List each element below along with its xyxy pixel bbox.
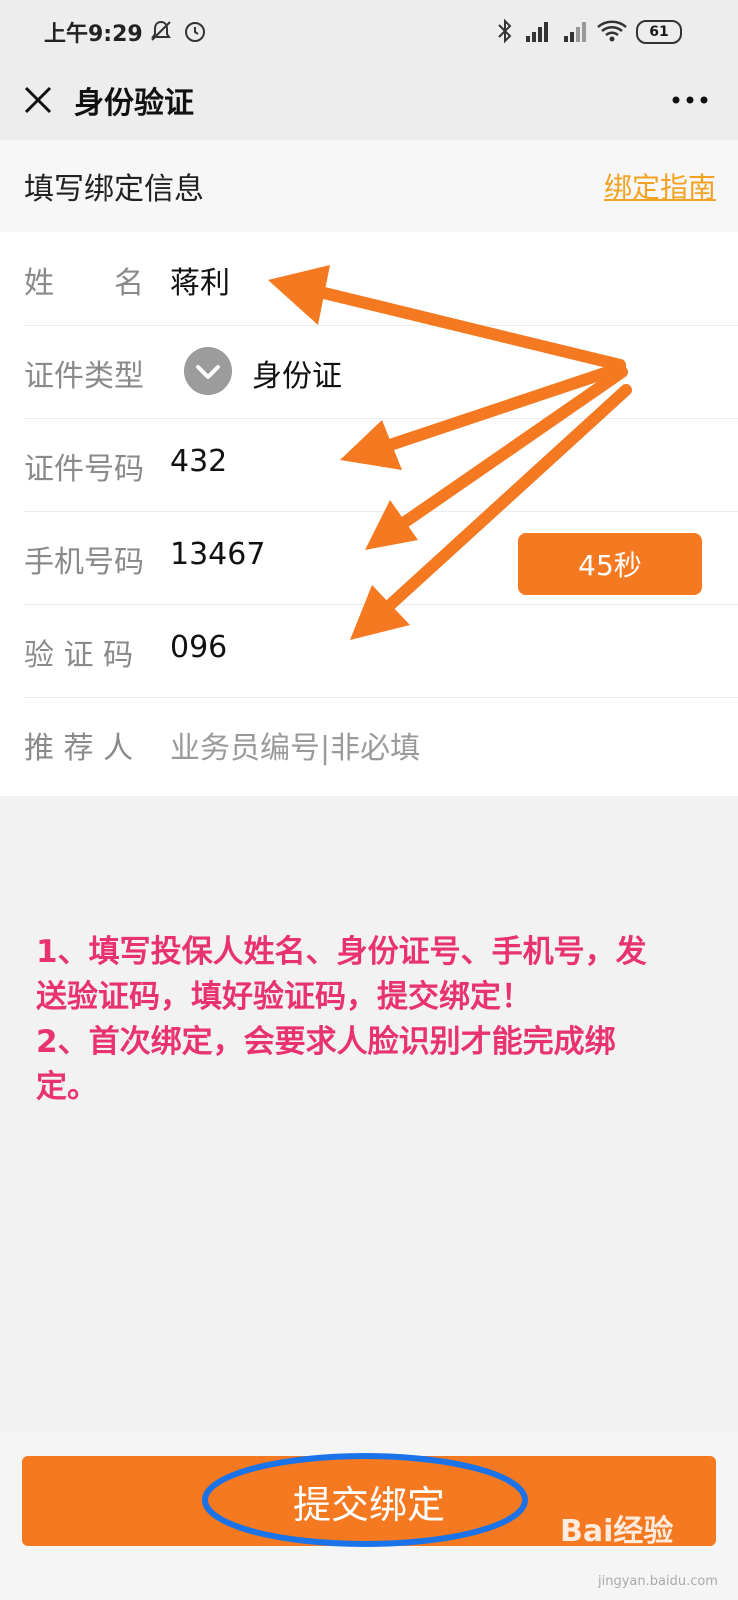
status-bar: 上午9:29 61 [0, 0, 738, 62]
battery-icon: 61 [636, 20, 682, 44]
baidu-watermark-url: jingyan.baidu.com [598, 1574, 718, 1589]
instruction-note: 1、填写投保人姓名、身份证号、手机号，发送验证码，填好验证码，提交绑定！ 2、首… [36, 930, 656, 1110]
phone-row: 手机号码 13467 45秒 [24, 511, 738, 605]
name-input[interactable]: 蒋利 [170, 258, 230, 302]
bluetooth-icon [498, 18, 512, 44]
page-title: 身份验证 [74, 86, 194, 121]
id-number-input[interactable]: 432 [170, 444, 227, 479]
referrer-row: 推 荐 人 业务员编号|非必填 [24, 697, 738, 790]
referrer-label: 推 荐 人 [24, 731, 134, 766]
phone-input[interactable]: 13467 [170, 537, 265, 572]
section-title: 填写绑定信息 [24, 172, 204, 207]
binding-guide-link[interactable]: 绑定指南 [604, 166, 716, 206]
close-icon[interactable] [22, 84, 54, 116]
nav-bar: 身份验证 [0, 62, 738, 140]
note-line-2: 2、首次绑定，会要求人脸识别才能完成绑定。 [36, 1024, 616, 1105]
more-icon[interactable] [672, 96, 708, 104]
status-time: 上午9:29 [44, 22, 143, 47]
hd-signal-icon [526, 22, 548, 42]
code-input[interactable]: 096 [170, 630, 227, 665]
alarm-icon [185, 22, 205, 42]
chevron-down-icon[interactable] [184, 347, 232, 395]
binding-form: 姓 名 蒋利 证件类型 身份证 证件号码 432 手机号码 13467 45秒 … [0, 232, 738, 796]
id-type-label: 证件类型 [24, 359, 144, 394]
highlight-ellipse [202, 1453, 528, 1547]
id-type-row[interactable]: 证件类型 身份证 [24, 325, 738, 419]
code-label: 验 证 码 [24, 638, 134, 673]
referrer-input[interactable]: 业务员编号|非必填 [170, 723, 420, 767]
mute-icon [151, 20, 171, 41]
phone-label: 手机号码 [24, 545, 144, 580]
note-line-1: 1、填写投保人姓名、身份证号、手机号，发送验证码，填好验证码，提交绑定！ [36, 934, 647, 1015]
section-header: 填写绑定信息 绑定指南 [0, 140, 738, 232]
send-code-button[interactable]: 45秒 [518, 533, 702, 595]
signal-icon [564, 22, 586, 42]
code-row: 验 证 码 096 [24, 604, 738, 698]
baidu-watermark-logo: Bai经验 [560, 1514, 674, 1549]
id-number-row: 证件号码 432 [24, 418, 738, 512]
wifi-icon [597, 20, 627, 42]
id-type-select[interactable]: 身份证 [252, 351, 342, 395]
name-label: 姓 名 [24, 266, 144, 301]
id-number-label: 证件号码 [24, 452, 144, 487]
name-row: 姓 名 蒋利 [24, 232, 738, 326]
